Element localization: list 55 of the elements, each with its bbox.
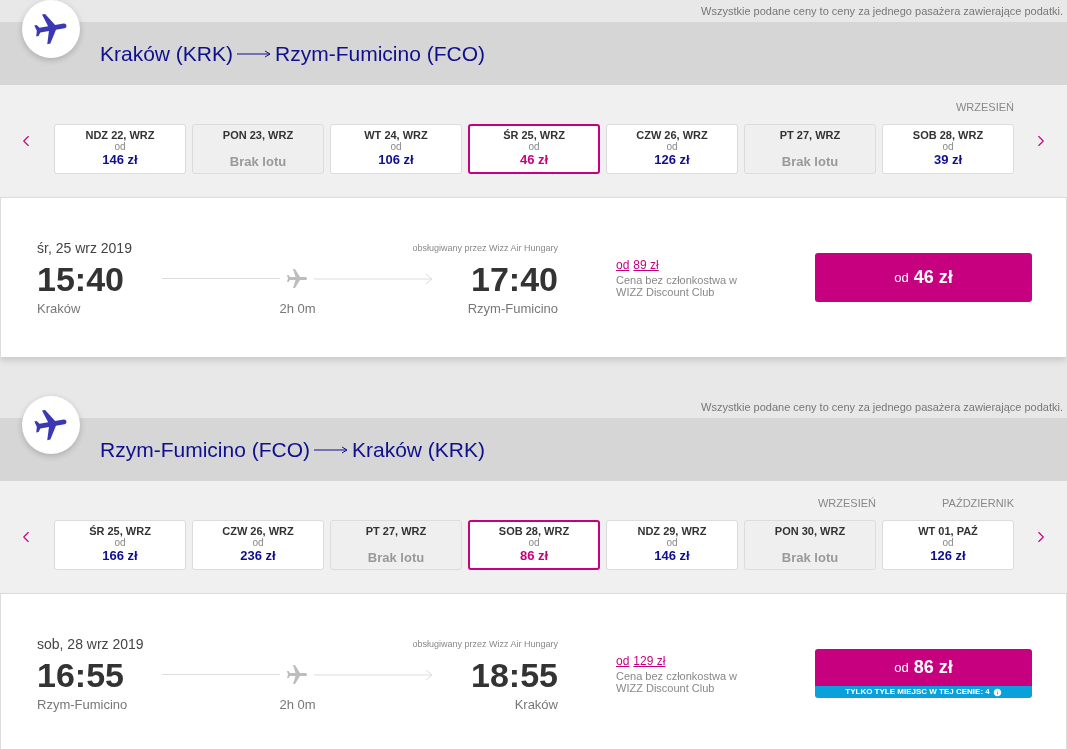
long-arrow-icon — [237, 49, 272, 58]
select-fare-button[interactable]: od 46 zł — [815, 253, 1032, 302]
select-fare-button[interactable]: od 86 zł — [815, 649, 1032, 686]
airplane-icon — [285, 662, 309, 687]
date-fare-tab[interactable]: SOB 28, WRZ od 39 zł — [882, 124, 1014, 174]
departure-city: Kraków — [37, 300, 82, 317]
date-fare-tab[interactable]: WT 24, WRZ od 106 zł — [330, 124, 462, 174]
member-price-note: Cena bez członkostwa w WIZZ Discount Club — [616, 273, 739, 298]
departure-time: 16:55 — [37, 656, 125, 693]
flight-date: sob, 28 wrz 2019 — [37, 634, 144, 653]
destination-airport: Rzym-Fumicino (FCO) — [275, 40, 486, 67]
long-arrow-icon — [314, 668, 433, 681]
month-label: WRZESIEŃ — [955, 100, 1014, 114]
member-price-link[interactable]: 89 zł — [633, 257, 659, 272]
date-fare-tab[interactable]: PON 23, WRZ Brak lotu — [192, 124, 324, 174]
destination-airport: Kraków (KRK) — [352, 436, 486, 463]
arrival-city: Kraków — [514, 696, 558, 713]
origin-airport: Kraków (KRK) — [100, 40, 234, 67]
date-fare-tab[interactable]: CZW 26, WRZ od 236 zł — [192, 520, 324, 570]
info-icon — [992, 687, 1002, 697]
price-disclaimer: Wszystkie podane ceny to ceny za jednego pasażera zawierające podatki. — [701, 399, 1063, 415]
arrival-city: Rzym-Fumicino — [467, 300, 558, 317]
date-fare-tab[interactable]: PON 30, WRZ Brak lotu — [744, 520, 876, 570]
price-disclaimer: Wszystkie podane ceny to ceny za jednego pasażera zawierające podatki. — [701, 3, 1063, 19]
date-fare-tab[interactable]: NDZ 29, WRZ od 146 zł — [606, 520, 738, 570]
date-fare-tab[interactable]: PT 27, WRZ Brak lotu — [330, 520, 462, 570]
airplane-icon — [22, 396, 80, 454]
long-arrow-icon — [314, 272, 433, 285]
arrival-time: 17:40 — [471, 260, 558, 297]
operator-text: obsługiwany przez Wizz Air Hungary — [412, 241, 558, 255]
member-price-note: Cena bez członkostwa w WIZZ Discount Club — [616, 669, 739, 694]
date-fare-tab[interactable]: WT 01, PAŹ od 126 zł — [882, 520, 1014, 570]
operator-text: obsługiwany przez Wizz Air Hungary — [412, 637, 558, 651]
member-price-link[interactable]: od — [616, 257, 630, 272]
departure-time: 15:40 — [37, 260, 125, 297]
month-label: WRZESIEŃ — [817, 496, 876, 510]
origin-airport: Rzym-Fumicino (FCO) — [100, 436, 310, 463]
date-fare-tab[interactable]: CZW 26, WRZ od 126 zł — [606, 124, 738, 174]
date-fare-tab[interactable]: PT 27, WRZ Brak lotu — [744, 124, 876, 174]
flight-duration: 2h 0m — [279, 696, 316, 713]
date-fare-tab[interactable]: SOB 28, WRZ od 86 zł — [468, 520, 600, 570]
long-arrow-icon — [314, 445, 348, 454]
date-fare-tab[interactable]: NDZ 22, WRZ od 146 zł — [54, 124, 186, 174]
month-label: PAŹDZIERNIK — [942, 496, 1014, 510]
member-price-link[interactable]: od — [616, 653, 630, 668]
date-fare-tab[interactable]: ŚR 25, WRZ od 166 zł — [54, 520, 186, 570]
airplane-icon — [285, 266, 309, 291]
flight-duration: 2h 0m — [279, 300, 316, 317]
airplane-icon — [22, 0, 80, 58]
date-fare-tab[interactable]: ŚR 25, WRZ od 46 zł — [468, 124, 600, 174]
seats-left-text: TYLKO TYLE MIEJSC W TEJ CENIE: 4 — [845, 687, 990, 697]
departure-city: Rzym-Fumicino — [37, 696, 129, 713]
arrival-time: 18:55 — [471, 656, 558, 693]
flight-date: śr, 25 wrz 2019 — [37, 238, 132, 257]
member-price-link[interactable]: 129 zł — [633, 653, 666, 668]
